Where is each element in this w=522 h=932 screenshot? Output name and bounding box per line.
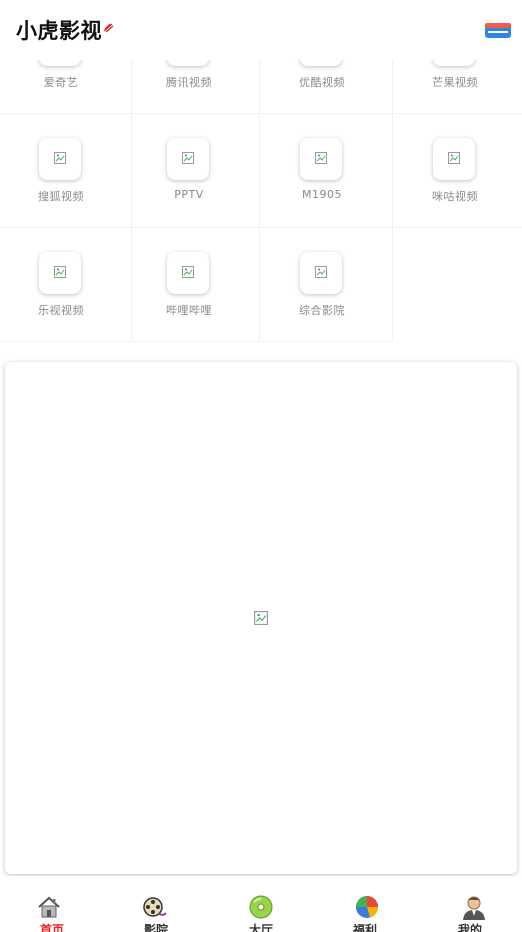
app-header: 小虎影视 xyxy=(0,0,522,60)
platform-item-m1905[interactable]: M1905 xyxy=(261,114,393,228)
platform-label: 综合影院 xyxy=(299,304,345,317)
platform-label: 搜狐视频 xyxy=(38,190,84,203)
tab-welfare[interactable]: 福利 xyxy=(313,876,417,932)
platform-label: 优酷视频 xyxy=(299,76,345,89)
platform-logo xyxy=(39,252,81,294)
film-reel-icon xyxy=(143,897,167,917)
bottom-tab-bar: 首页 影院 大厅 福利 我的 xyxy=(0,876,522,932)
broken-image-icon xyxy=(54,266,66,278)
platform-item-sohu[interactable]: 搜狐视频 xyxy=(0,114,132,228)
platform-logo xyxy=(167,138,209,180)
disc-icon xyxy=(249,895,273,919)
platform-label: 哔哩哔哩 xyxy=(166,304,212,317)
platform-label: 芒果视频 xyxy=(432,76,478,89)
platform-item-pptv[interactable]: PPTV xyxy=(128,114,260,228)
platform-logo xyxy=(433,138,475,180)
tab-hall[interactable]: 大厅 xyxy=(209,876,313,932)
tab-label: 影院 xyxy=(143,923,168,932)
platform-item-bilibili[interactable]: 哔哩哔哩 xyxy=(128,228,260,342)
platform-logo xyxy=(300,252,342,294)
platform-logo xyxy=(167,252,209,294)
broken-image-icon xyxy=(54,152,66,164)
app-title: 小虎影视 xyxy=(16,19,102,43)
banner-card[interactable] xyxy=(5,362,517,874)
tab-label: 我的 xyxy=(457,923,482,932)
broken-image-icon xyxy=(315,266,327,278)
tab-profile[interactable]: 我的 xyxy=(418,876,522,932)
platform-item-letv[interactable]: 乐视视频 xyxy=(0,228,132,342)
platform-label: 爱奇艺 xyxy=(43,76,79,89)
platform-item-general-cinema[interactable]: 综合影院 xyxy=(261,228,393,342)
platform-logo xyxy=(300,138,342,180)
tab-cinema[interactable]: 影院 xyxy=(104,876,208,932)
platform-item-migu[interactable]: 咪咕视频 xyxy=(394,114,522,228)
tab-label: 首页 xyxy=(39,923,64,932)
platform-logo xyxy=(39,138,81,180)
tab-label: 大厅 xyxy=(248,923,273,932)
platform-label: 腾讯视频 xyxy=(166,76,212,89)
tab-home[interactable]: 首页 xyxy=(0,876,104,932)
broken-image-icon xyxy=(254,611,268,625)
user-icon xyxy=(463,896,485,920)
pie-chart-icon xyxy=(356,896,378,918)
broken-image-icon xyxy=(182,152,194,164)
broken-image-icon xyxy=(182,266,194,278)
broken-image-icon xyxy=(315,152,327,164)
platform-label: PPTV xyxy=(174,188,204,201)
platform-label: 乐视视频 xyxy=(38,304,84,317)
menu-icon[interactable] xyxy=(484,20,512,40)
home-icon xyxy=(38,896,60,918)
platform-label: 咪咕视频 xyxy=(432,190,478,203)
platform-label: M1905 xyxy=(302,188,342,201)
pencil-mark-icon xyxy=(103,23,114,33)
broken-image-icon xyxy=(448,152,460,164)
tab-label: 福利 xyxy=(352,923,377,932)
